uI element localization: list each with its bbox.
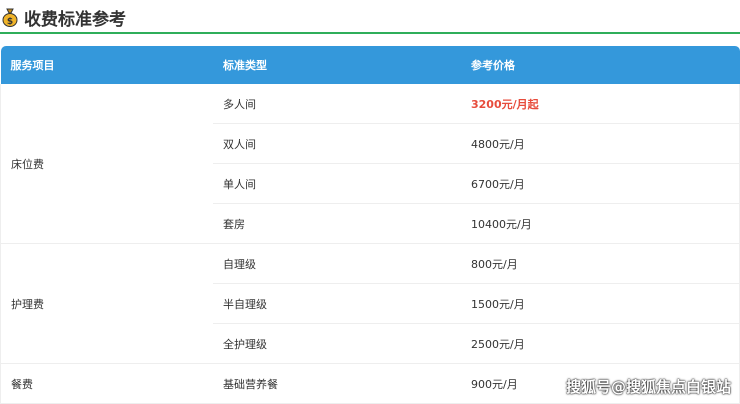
service-name: 床位费 (0, 84, 213, 244)
type-cell: 单人间 (213, 163, 461, 204)
divider (0, 32, 740, 34)
header-price: 参考价格 (461, 46, 740, 84)
type-cell: 套房 (213, 203, 461, 244)
header-type: 标准类型 (213, 46, 461, 84)
service-name: 餐费 (0, 363, 213, 404)
price-cell: 6700元/月 (461, 163, 740, 204)
price-cell: 3200元/月起 (461, 84, 740, 124)
money-bag-icon: $ (2, 7, 18, 27)
header-service: 服务项目 (0, 46, 213, 84)
page-title: 收费标准参考 (24, 9, 126, 30)
price-cell: 10400元/月 (461, 203, 740, 244)
section-title: $ 收费标准参考 (2, 4, 126, 30)
type-cell: 双人间 (213, 123, 461, 164)
price-cell: 2500元/月 (461, 323, 740, 364)
table-row: 床位费 多人间 3200元/月起 (0, 84, 740, 244)
type-cell: 自理级 (213, 243, 461, 284)
type-cell: 基础营养餐 (213, 363, 461, 404)
svg-text:$: $ (7, 17, 13, 27)
type-cell: 半自理级 (213, 283, 461, 324)
price-cell: 1500元/月 (461, 283, 740, 324)
fee-table: 服务项目 标准类型 参考价格 床位费 多人间 3200元/月起 双人间 4800元/月… (0, 46, 740, 404)
price-cell: 4800元/月 (461, 123, 740, 164)
service-name: 护理费 (0, 243, 213, 364)
watermark: 搜狐号@搜狐焦点白银站 (566, 378, 732, 396)
type-cell: 多人间 (213, 84, 461, 124)
type-cell: 全护理级 (213, 323, 461, 364)
table-row: 护理费 自理级 800元/月 (0, 243, 740, 364)
price-cell: 800元/月 (461, 243, 740, 284)
